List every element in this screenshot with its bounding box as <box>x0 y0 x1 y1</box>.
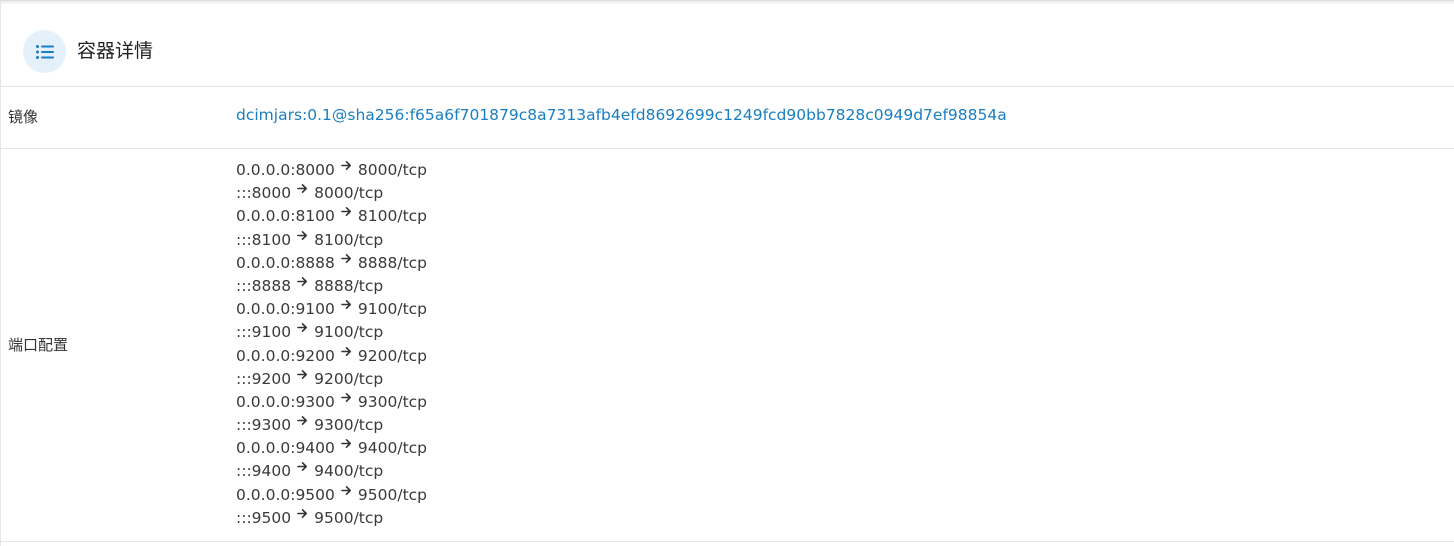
port-host: :::8000 <box>236 184 292 203</box>
port-mapping-item: 0.0.0.0:9500 9500/tcp <box>236 484 427 507</box>
port-mapping-item: 0.0.0.0:8000 8000/tcp <box>236 159 427 182</box>
port-container: 8888/tcp <box>357 253 428 272</box>
arrow-right-icon <box>341 434 352 457</box>
port-mapping-item: :::8000 8000/tcp <box>236 182 427 205</box>
port-host: 0.0.0.0:9300 <box>236 392 335 411</box>
arrow-right-icon <box>297 272 308 295</box>
image-link[interactable]: dcimjars:0.1@sha256:f65a6f701879c8a7313a… <box>236 106 1007 124</box>
arrow-right-icon <box>297 318 308 341</box>
port-container: 9200/tcp <box>357 346 428 365</box>
arrow-right-icon <box>297 457 308 480</box>
arrow-right-icon <box>341 295 352 318</box>
arrow-right-icon <box>341 481 352 504</box>
panel-header: 容器详情 <box>1 5 1454 87</box>
port-host: :::8100 <box>236 230 292 249</box>
arrow-right-icon <box>297 411 308 434</box>
port-mapping-item: 0.0.0.0:9100 9100/tcp <box>236 298 427 321</box>
arrow-right-icon <box>341 202 352 225</box>
port-host: 0.0.0.0:9400 <box>236 439 335 458</box>
port-container: 9500/tcp <box>314 508 384 527</box>
arrow-right-icon <box>341 156 352 179</box>
port-host: :::8888 <box>236 276 292 295</box>
port-mapping-item: :::9400 9400/tcp <box>236 460 427 483</box>
image-label: 镜像 <box>8 108 39 126</box>
arrow-right-icon <box>341 342 352 365</box>
port-host: 0.0.0.0:9200 <box>236 346 335 365</box>
port-container: 9100/tcp <box>357 300 428 319</box>
port-container: 9500/tcp <box>357 485 428 504</box>
port-host: :::9500 <box>236 508 292 527</box>
arrow-right-icon <box>297 365 308 388</box>
container-details-page: 容器详情 镜像 dcimjars:0.1@sha256:f65a6f701879… <box>0 0 1454 546</box>
arrow-right-icon <box>297 179 308 202</box>
page-title: 容器详情 <box>77 40 154 62</box>
port-mapping-item: 0.0.0.0:9300 9300/tcp <box>236 391 427 414</box>
port-host: 0.0.0.0:8100 <box>236 207 335 226</box>
port-mapping-item: 0.0.0.0:8100 8100/tcp <box>236 205 427 228</box>
port-mapping-item: 0.0.0.0:8888 8888/tcp <box>236 252 427 275</box>
port-mapping-item: :::8888 8888/tcp <box>236 275 427 298</box>
arrow-right-icon <box>341 249 352 272</box>
port-host: 0.0.0.0:9100 <box>236 300 335 319</box>
list-icon <box>23 30 66 73</box>
port-mapping-item: :::9200 9200/tcp <box>236 368 427 391</box>
port-host: :::9200 <box>236 369 292 388</box>
port-host: 0.0.0.0:9500 <box>236 485 335 504</box>
port-mapping-item: 0.0.0.0:9400 9400/tcp <box>236 437 427 460</box>
arrow-right-icon <box>341 388 352 411</box>
arrow-right-icon <box>297 226 308 249</box>
port-mapping-item: 0.0.0.0:9200 9200/tcp <box>236 345 427 368</box>
port-mapping-list: 0.0.0.0:8000 8000/tcp:::8000 8000/tcp 0.0.0… <box>236 159 427 530</box>
port-container: 8000/tcp <box>357 161 428 179</box>
port-config-label: 端口配置 <box>8 336 69 354</box>
arrow-right-icon <box>297 504 308 527</box>
port-host: :::9400 <box>236 462 292 481</box>
port-mapping-item: :::9500 9500/tcp <box>236 507 427 530</box>
port-container: 9300/tcp <box>357 392 428 411</box>
port-config-row: 端口配置 0.0.0.0:8000 8000/tcp:::8000 8000/tcp… <box>1 149 1454 542</box>
port-host: :::9100 <box>236 323 292 342</box>
port-host: :::9300 <box>236 416 292 435</box>
port-container: 9400/tcp <box>357 439 428 458</box>
port-container: 8100/tcp <box>357 207 428 226</box>
port-mapping-item: :::9100 9100/tcp <box>236 321 427 344</box>
port-mapping-item: :::8100 8100/tcp <box>236 229 427 252</box>
port-host: 0.0.0.0:8000 <box>236 161 335 179</box>
image-row: 镜像 dcimjars:0.1@sha256:f65a6f701879c8a73… <box>1 87 1454 149</box>
port-mapping-item: :::9300 9300/tcp <box>236 414 427 437</box>
port-host: 0.0.0.0:8888 <box>236 253 335 272</box>
